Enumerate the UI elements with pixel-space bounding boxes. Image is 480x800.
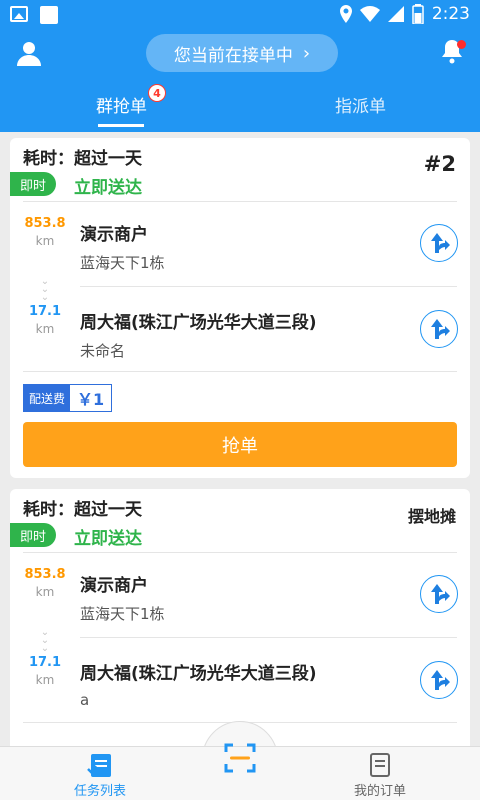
- chevron-right-icon: ›: [302, 42, 311, 64]
- navigate-turn-icon: [431, 670, 450, 690]
- nav-task-list-label: 任务列表: [73, 784, 126, 799]
- accepting-orders-pill[interactable]: 您当前在接单中 ›: [146, 34, 338, 72]
- notification-dot: [457, 40, 466, 49]
- pickup-address: 蓝海天下1栋: [80, 254, 165, 272]
- dropoff-distance-unit: km: [35, 673, 55, 687]
- grab-order-button[interactable]: 抢单: [23, 422, 457, 467]
- battery-icon: [412, 4, 424, 24]
- divider: [23, 371, 457, 372]
- divider: [23, 552, 457, 553]
- tab-group-grab[interactable]: 群抢单: [96, 92, 147, 117]
- route-dots: ⌄ ⌄ ⌄: [40, 627, 50, 654]
- pickup-name: 演示商户: [80, 576, 148, 596]
- navigate-turn-icon: [431, 319, 450, 339]
- dropoff-distance-unit: km: [35, 322, 55, 336]
- order-type-badge: 即时: [10, 523, 56, 547]
- nav-task-list[interactable]: 任务列表: [20, 747, 180, 800]
- nav-my-orders[interactable]: 我的订单: [300, 747, 460, 800]
- delivery-fee: 配送费 ￥1: [23, 384, 113, 412]
- dropoff-name: 周大福(珠江广场光华大道三段): [80, 313, 317, 333]
- delivery-time: 立即送达: [74, 178, 142, 198]
- my-orders-icon: [370, 753, 390, 777]
- dropoff-distance: 17.1: [28, 655, 62, 670]
- pickup-navigate-button[interactable]: [420, 224, 458, 262]
- wifi-icon: [359, 6, 380, 22]
- scan-qr-icon[interactable]: [223, 741, 257, 775]
- location-icon: [339, 5, 352, 23]
- order-card[interactable]: 耗时：超过一天 #2 即时 立即送达 853.8 km 演示商户 蓝海天下1栋 …: [10, 138, 470, 478]
- pickup-distance: 853.8: [24, 216, 66, 231]
- elapsed-time: 耗时：超过一天: [23, 149, 142, 169]
- divider: [23, 201, 457, 202]
- tab-badge-count: 4: [148, 84, 166, 102]
- delivery-time: 立即送达: [74, 529, 142, 549]
- dropoff-navigate-button[interactable]: [420, 661, 458, 699]
- notification-bell[interactable]: [440, 38, 466, 66]
- fee-label: 配送费: [24, 385, 71, 411]
- task-list-icon: [87, 754, 111, 777]
- pickup-navigate-button[interactable]: [420, 575, 458, 613]
- app-notification-icon: [40, 6, 58, 24]
- app-header: 您当前在接单中 › 群抢单 4 指派单: [0, 30, 480, 132]
- route-dots: ⌄ ⌄ ⌄: [40, 276, 50, 303]
- fee-value: ￥1: [77, 390, 105, 409]
- active-tab-indicator: [98, 124, 144, 127]
- order-number: #2: [423, 152, 456, 176]
- dropoff-name: 周大福(珠江广场光华大道三段): [80, 664, 317, 684]
- navigate-turn-icon: [431, 584, 450, 604]
- nav-my-orders-label: 我的订单: [353, 784, 406, 799]
- image-notification-icon: [10, 6, 28, 22]
- pickup-distance-unit: km: [35, 234, 55, 248]
- navigate-turn-icon: [431, 233, 450, 253]
- dropoff-navigate-button[interactable]: [420, 310, 458, 348]
- order-tag: 摆地摊: [407, 507, 456, 526]
- status-bar: 2:23: [0, 0, 480, 30]
- clock: 2:23: [431, 4, 470, 24]
- divider: [80, 286, 457, 287]
- pickup-address: 蓝海天下1栋: [80, 605, 165, 623]
- tab-assigned[interactable]: 指派单: [335, 92, 386, 117]
- elapsed-time: 耗时：超过一天: [23, 500, 142, 520]
- dropoff-address: a: [80, 691, 90, 709]
- user-profile-icon[interactable]: [16, 40, 42, 66]
- dropoff-distance: 17.1: [28, 304, 62, 319]
- dropoff-address: 未命名: [80, 342, 126, 360]
- pickup-distance: 853.8: [24, 567, 66, 582]
- status-pill-label: 您当前在接单中: [173, 45, 293, 66]
- signal-icon: [387, 6, 404, 22]
- pickup-name: 演示商户: [80, 225, 148, 245]
- order-type-badge: 即时: [10, 172, 56, 196]
- divider: [80, 637, 457, 638]
- pickup-distance-unit: km: [35, 585, 55, 599]
